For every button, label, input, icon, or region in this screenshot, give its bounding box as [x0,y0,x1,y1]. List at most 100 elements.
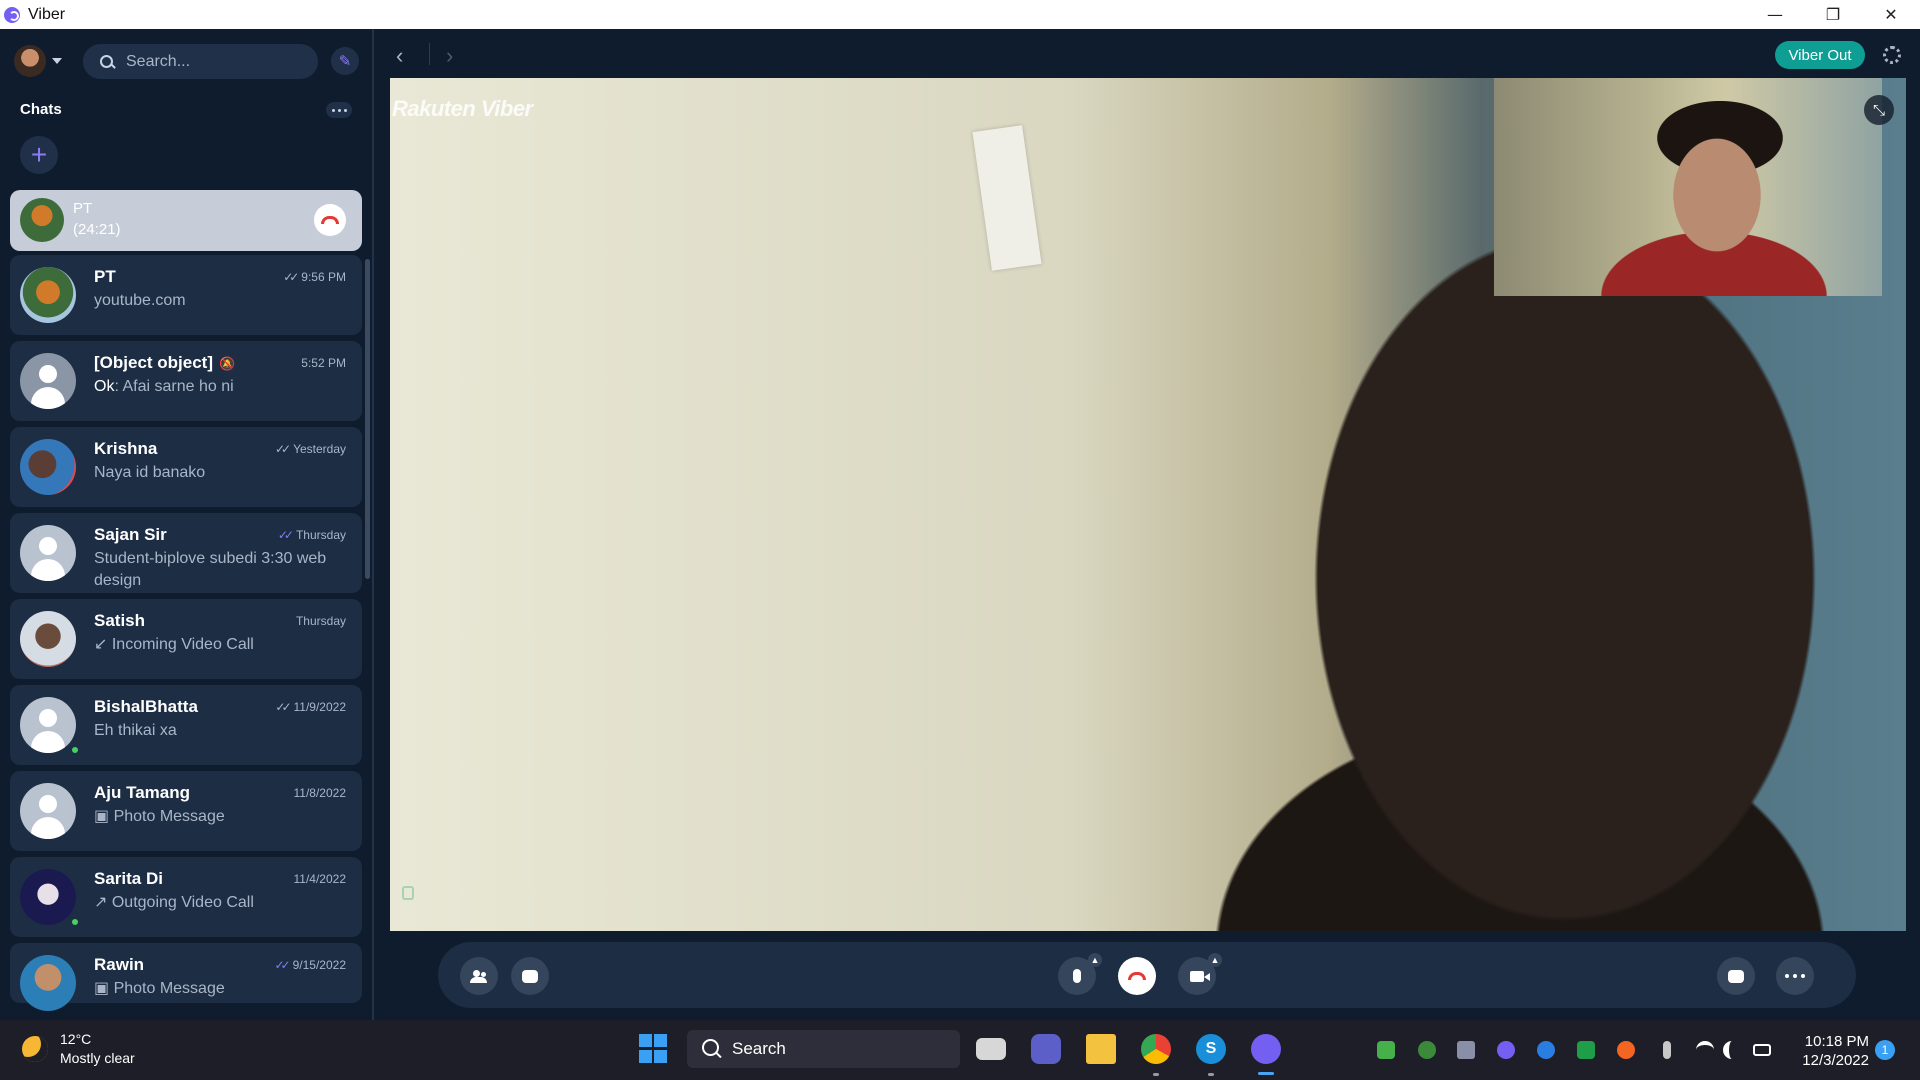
avatar [20,697,76,753]
my-avatar[interactable] [14,45,46,77]
active-call-banner[interactable]: PT (24:21) [10,190,362,251]
chat-item-aju-tamang[interactable]: Aju Tamang ▣ Photo Message 11/8/2022 [10,771,362,851]
file-explorer-icon[interactable] [1086,1034,1116,1064]
search-box[interactable] [83,44,318,79]
search-input[interactable] [126,52,306,71]
maximize-button[interactable]: ❐ [1804,0,1862,29]
windows-start-icon[interactable] [639,1034,669,1064]
chat-item-krishna[interactable]: Krishna Naya id banako ✓✓ Yesterday [10,427,362,507]
chevron-down-icon[interactable] [52,58,62,64]
battery-icon[interactable] [1753,1044,1771,1056]
screen-share-icon [1728,969,1744,983]
end-call-button[interactable] [1118,957,1156,995]
weather-condition: Mostly clear [60,1050,135,1066]
chat-preview: Eh thikai xa [94,722,177,739]
defender-shield-icon[interactable] [1577,1041,1595,1059]
close-button[interactable]: ✕ [1862,0,1920,29]
chat-bubble-icon [522,969,538,983]
avatar [20,611,76,667]
photo-icon: ▣ [94,808,114,825]
avatar [20,525,76,581]
compose-button[interactable]: ✎ [331,47,359,75]
more-options-button[interactable] [1776,957,1814,995]
chat-time: 5:52 PM [301,356,346,370]
chat-name: BishalBhatta [94,697,198,716]
chat-item-satish[interactable]: Satish ↙ Incoming Video Call Thursday [10,599,362,679]
chat-time: 11/9/2022 [293,700,347,714]
add-people-icon [470,970,488,983]
chat-preview: Naya id banako [94,464,206,481]
chrome-icon[interactable] [1141,1034,1171,1064]
sidebar-top-bar: ✎ [0,29,374,93]
chat-time: 11/4/2022 [293,872,347,886]
microphone-icon [1073,969,1081,983]
chat-item-object-object[interactable]: [Object object] 🔕 Ok: Afai sarne ho ni 5:… [10,341,362,421]
chat-name: Satish [94,611,146,630]
wifi-icon[interactable] [1696,1041,1714,1059]
window-title: Viber [28,5,66,23]
new-chat-button[interactable]: + [20,136,58,174]
chat-time: 9:56 PM [301,270,346,284]
chat-preview: youtube.com [94,292,186,309]
minimize-button[interactable]: — [1746,0,1804,29]
notification-badge[interactable]: 1 [1875,1040,1895,1060]
chat-time: Yesterday [293,442,346,456]
viber-taskbar-icon[interactable] [1251,1034,1281,1064]
nvidia-tray-icon[interactable] [1418,1041,1436,1059]
clock-date: 12/3/2022 [1802,1052,1869,1069]
task-view-icon[interactable] [976,1038,1006,1060]
chat-name: Rawin [94,955,145,974]
wall-poster [972,125,1042,271]
chevron-up-icon[interactable]: ▲ [1088,953,1102,967]
weather-widget[interactable]: 12°C Mostly clear [22,1030,135,1068]
chat-preview: Student-biplove subedi 3:30 web design [94,550,327,589]
screen-share-button[interactable] [1717,957,1755,995]
bluetooth-icon[interactable] [1537,1041,1555,1059]
taskbar-search[interactable]: Search [687,1030,960,1068]
chat-item-pt[interactable]: PT youtube.com ✓✓ 9:56 PM [10,255,362,335]
back-arrow-icon[interactable]: ‹ [396,43,403,69]
avatar [20,198,64,242]
video-toggle-button[interactable]: ▲ [1178,953,1222,995]
end-call-button[interactable] [314,204,346,236]
forward-arrow-icon[interactable]: › [446,43,453,69]
viber-tray-icon[interactable] [1497,1041,1515,1059]
viber-out-button[interactable]: Viber Out [1775,41,1865,69]
chat-item-rawin[interactable]: Rawin ▣ Photo Message ✓✓ 9/15/2022 [10,943,362,1011]
chats-more-button[interactable] [326,102,352,118]
system-clock[interactable]: 10:18 PM 12/3/2022 [1797,1032,1869,1070]
volume-icon[interactable] [1723,1041,1741,1059]
chat-button[interactable] [511,957,549,995]
chats-section-title: Chats [20,101,62,118]
expand-icon[interactable]: ⤡ [1864,95,1894,125]
chevron-up-icon[interactable]: ▲ [1208,953,1222,967]
chat-time: 9/15/2022 [292,958,346,972]
moon-icon [22,1036,48,1062]
call-controls-bar: ▲ ▲ [438,942,1856,1008]
teams-chat-icon[interactable] [1031,1034,1061,1064]
avatar [20,869,76,925]
self-video-preview[interactable] [1494,78,1882,296]
skype-icon[interactable]: S [1196,1034,1226,1064]
chat-time: Thursday [295,614,346,628]
add-participant-button[interactable] [460,957,498,995]
chat-name: Aju Tamang [94,783,191,802]
security-tray-icon[interactable] [1377,1041,1395,1059]
nav-divider [429,43,430,65]
avast-tray-icon[interactable] [1617,1041,1635,1059]
muted-bell-icon: 🔕 [219,356,236,371]
chat-preview: ↗ Outgoing Video Call [94,894,254,911]
chat-list-scrollbar[interactable] [365,259,370,579]
running-indicator [1153,1073,1159,1076]
chat-item-bishalbhatta[interactable]: BishalBhatta Eh thikai xa ✓✓ 11/9/2022 [10,685,362,765]
read-ticks-icon: ✓✓ [274,958,291,972]
network-tray-icon[interactable] [1457,1041,1475,1059]
hang-up-icon [321,216,339,224]
chat-item-sarita-di[interactable]: Sarita Di ↗ Outgoing Video Call 11/4/202… [10,857,362,937]
mute-button[interactable]: ▲ [1058,953,1102,995]
online-indicator [70,745,80,755]
microphone-tray-icon[interactable] [1663,1041,1671,1059]
gear-icon[interactable] [1883,46,1901,64]
chat-item-sajan-sir[interactable]: Sajan Sir Student-biplove subedi 3:30 we… [10,513,362,593]
chat-list: PT youtube.com ✓✓ 9:56 PM [Object object]… [10,255,362,1011]
